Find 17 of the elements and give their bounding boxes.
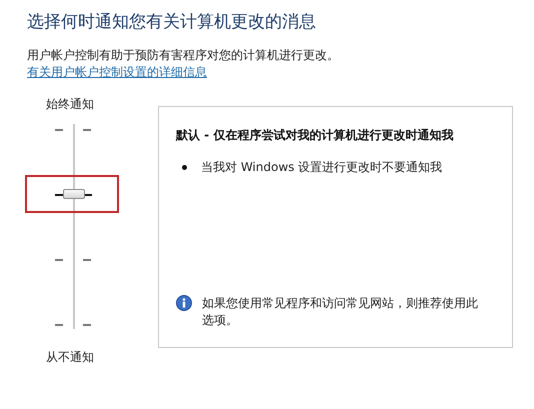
recommendation-note: 如果您使用常见程序和访问常见网站，则推荐使用此选项。 [202,295,479,329]
tick-mark [55,129,63,131]
page-title: 选择何时通知您有关计算机更改的消息 [27,11,316,34]
panel-heading: 默认 - 仅在程序尝试对我的计算机进行更改时通知我 [176,127,454,143]
bullet-icon [182,164,187,170]
bullet-text: 当我对 Windows 设置进行更改时不要通知我 [201,159,442,175]
tick-mark [83,324,91,326]
tick-mark [83,129,91,131]
details-link[interactable]: 有关用户帐户控制设置的详细信息 [27,64,207,80]
slider-bottom-label: 从不通知 [46,349,94,365]
description-text: 用户帐户控制有助于预防有害程序对您的计算机进行更改。 [27,47,339,64]
slider-top-label: 始终通知 [46,96,94,112]
info-icon [176,295,192,311]
tick-mark [55,324,63,326]
tick-mark [55,259,63,261]
tick-mark [83,259,91,261]
slider-thumb[interactable] [63,189,85,200]
